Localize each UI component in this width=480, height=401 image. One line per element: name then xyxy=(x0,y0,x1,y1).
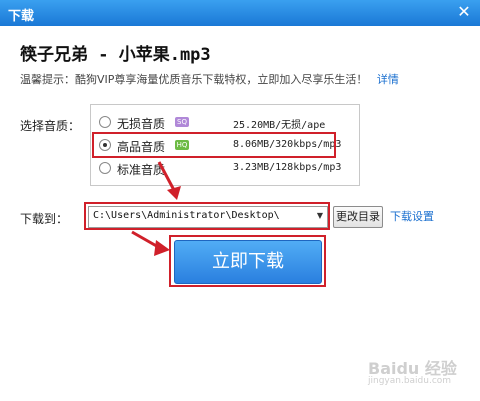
download-to-label: 下载到： xyxy=(20,212,69,226)
quality-info: 3.23MB/128kbps/mp3 xyxy=(233,162,342,173)
window-title: 下载 xyxy=(8,9,35,24)
download-now-button[interactable]: 立即下载 xyxy=(174,240,322,284)
download-settings-link[interactable]: 下载设置 xyxy=(390,208,434,224)
song-title: 筷子兄弟 - 小苹果.mp3 xyxy=(20,45,211,65)
vip-tip: 温馨提示：酷狗VIP尊享海量优质音乐下载特权，立即加入尽享乐生活！ 详情 xyxy=(20,71,399,87)
sq-badge-icon: SQ xyxy=(175,117,189,127)
vip-tip-text: 温馨提示：酷狗VIP尊享海量优质音乐下载特权，立即加入尽享乐生活！ xyxy=(20,73,368,86)
quality-option-lossless[interactable]: 无损音质 SQ 25.20MB/无损/ape xyxy=(97,113,353,133)
quality-name: 无损音质 xyxy=(117,117,166,131)
radio-button[interactable] xyxy=(99,162,111,174)
quality-label: 选择音质： xyxy=(20,119,81,133)
title-bar: 下载 ✕ xyxy=(0,0,480,26)
details-link[interactable]: 详情 xyxy=(377,73,399,86)
change-directory-button[interactable]: 更改目录 xyxy=(333,206,383,228)
annotation-arrow-icon xyxy=(131,230,170,256)
quality-info: 25.20MB/无损/ape xyxy=(233,120,326,131)
annotation-box-quality xyxy=(92,132,336,158)
watermark-url: jingyan.baidu.com xyxy=(368,376,452,386)
annotation-arrow-icon xyxy=(157,161,181,200)
quality-option-standard[interactable]: 标准音质 3.23MB/128kbps/mp3 xyxy=(97,159,353,179)
radio-button[interactable] xyxy=(99,116,111,128)
annotation-box-path xyxy=(84,202,330,230)
close-icon[interactable]: ✕ xyxy=(456,4,472,20)
